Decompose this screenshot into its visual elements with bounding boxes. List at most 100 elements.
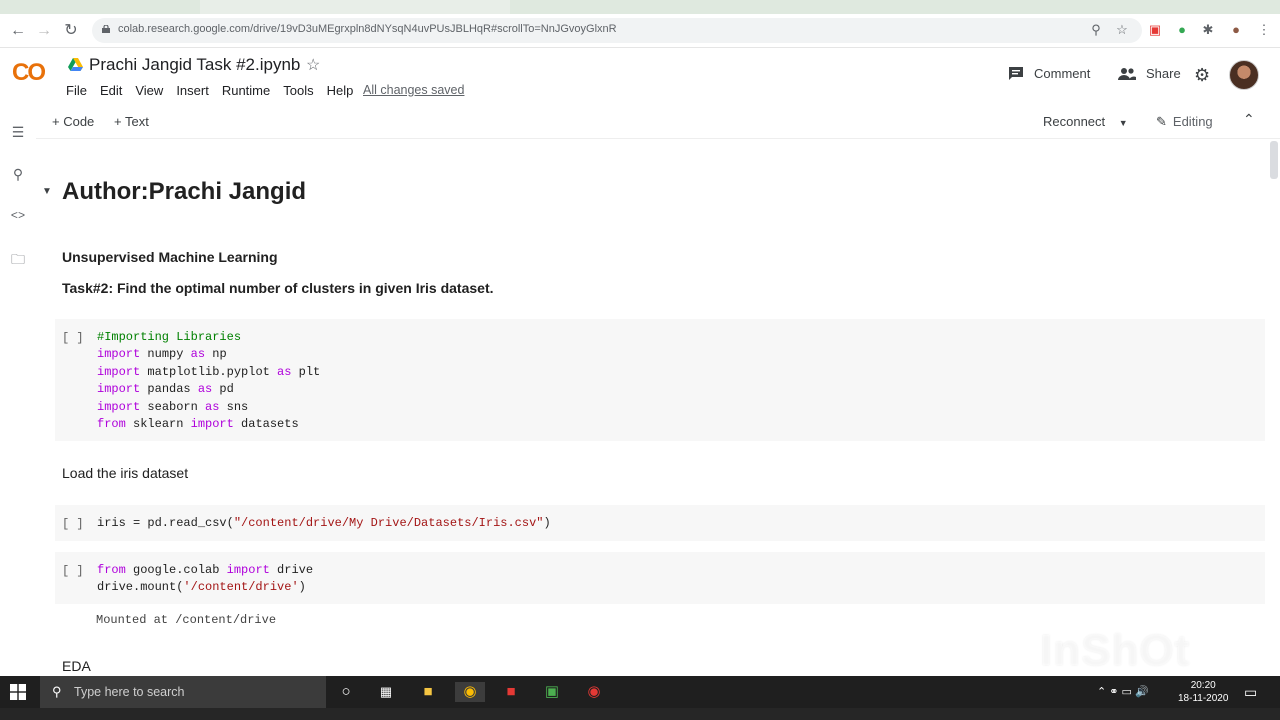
menu-edit[interactable]: Edit [100, 83, 122, 98]
address-bar[interactable]: colab.research.google.com/drive/19vD3uME… [92, 18, 1142, 43]
keyword: import [226, 563, 270, 577]
system-tray[interactable]: ⌃ ⚭ ▭ 🔊 [1097, 685, 1149, 698]
cell-output: Mounted at /content/drive [96, 613, 277, 627]
browser-toolbar: ← → ↻ colab.research.google.com/drive/19… [0, 14, 1280, 48]
notification-icon[interactable]: ▭ [1244, 684, 1257, 701]
file-explorer-icon[interactable]: ■ [418, 682, 438, 702]
task-view-icon[interactable]: ▦ [376, 682, 396, 702]
menu-runtime[interactable]: Runtime [222, 83, 270, 98]
run-cell-button[interactable]: [ ] [62, 331, 84, 345]
menu-insert[interactable]: Insert [176, 83, 209, 98]
run-cell-button[interactable]: [ ] [62, 517, 84, 531]
people-icon [1118, 67, 1136, 80]
code-cell-imports[interactable]: [ ] #Importing Libraries import numpy as… [55, 319, 1265, 441]
profile-icon[interactable]: ● [1228, 22, 1244, 38]
keyword: as [205, 399, 220, 414]
notebook-heading: Author:Prachi Jangid [62, 178, 307, 205]
watermark: InShOt [1040, 626, 1191, 675]
menu-tools[interactable]: Tools [283, 83, 313, 98]
screen-bottom-strip [0, 708, 1280, 720]
code-cell-read-csv[interactable]: [ ] iris = pd.read_csv("/content/drive/M… [55, 505, 1265, 541]
reload-icon[interactable]: ↻ [61, 21, 81, 41]
taskbar-search-placeholder: Type here to search [74, 685, 185, 699]
scrollbar[interactable] [1268, 139, 1280, 676]
reconnect-label: Reconnect [1043, 114, 1106, 129]
menu-help[interactable]: Help [327, 83, 354, 98]
editing-mode-button[interactable]: ✎ Editing [1156, 114, 1213, 130]
keyword: as [190, 347, 206, 362]
taskbar-search-input[interactable]: ⚲ Type here to search [40, 676, 326, 708]
windows-start-icon[interactable] [10, 684, 26, 700]
code-editor[interactable]: from google.colab import drive drive.mou… [97, 562, 313, 597]
chevron-down-icon: ▼ [1118, 118, 1128, 128]
more-icon[interactable]: ⋮ [1256, 22, 1272, 38]
back-icon[interactable]: ← [8, 21, 28, 41]
extension-icon[interactable]: ▣ [1147, 22, 1163, 38]
comment-label: Comment [1034, 66, 1091, 81]
keyword: import [97, 347, 141, 362]
keyword: as [197, 382, 213, 397]
forward-icon[interactable]: → [34, 21, 54, 41]
image-editor-icon[interactable]: ▣ [542, 682, 562, 702]
code-line: import pandas as pd [97, 382, 234, 397]
string-literal: "/content/drive/My Drive/Datasets/Iris.c… [233, 516, 544, 530]
screen-recorder-icon[interactable]: ◉ [584, 682, 604, 702]
editing-label: Editing [1172, 114, 1213, 129]
reconnect-button[interactable]: Reconnect ▼ [1043, 114, 1128, 129]
clock-date: 18-11-2020 [1178, 693, 1229, 704]
code-line: #Importing Libraries [97, 330, 242, 344]
keyword: import [190, 417, 234, 432]
acrobat-icon[interactable]: ■ [501, 682, 521, 702]
clock-time: 20:20 [1190, 680, 1216, 691]
zoom-icon[interactable]: ⚲ [1088, 22, 1104, 38]
notebook-toolbar: + Code + Text Reconnect ▼ ✎ Editing ⌃ [36, 106, 1280, 139]
run-cell-button[interactable]: [ ] [62, 564, 84, 578]
star-icon[interactable]: ☆ [306, 55, 320, 75]
user-avatar[interactable] [1229, 60, 1259, 90]
keyword: as [277, 364, 292, 379]
google-drive-icon[interactable] [68, 58, 83, 71]
url-text: colab.research.google.com/drive/19vD3uME… [118, 23, 617, 35]
collapse-header-icon[interactable]: ⌃ [1243, 111, 1255, 128]
table-of-contents-icon[interactable]: ☰ [8, 122, 28, 142]
browser-tab[interactable] [200, 0, 510, 14]
section-collapse-icon[interactable]: ▼ [42, 186, 52, 197]
cortana-icon[interactable]: ○ [336, 682, 356, 702]
add-code-button[interactable]: + Code [52, 114, 94, 129]
scrollbar-thumb[interactable] [1270, 141, 1278, 179]
comment-button[interactable]: Comment [1008, 66, 1090, 81]
search-icon[interactable]: ⚲ [8, 164, 28, 184]
add-text-button[interactable]: + Text [114, 114, 149, 129]
code-line: from sklearn import datasets [97, 417, 299, 432]
colab-logo[interactable]: CO [12, 59, 46, 87]
share-button[interactable]: Share [1118, 66, 1181, 81]
code-line: import matplotlib.pyplot as plt [97, 364, 321, 379]
menu-bar: File Edit View Insert Runtime Tools Help [66, 83, 366, 98]
settings-gear-icon[interactable]: ⚙ [1194, 65, 1210, 86]
extension-green-icon[interactable]: ● [1174, 22, 1190, 38]
code-snippets-icon[interactable]: <> [8, 206, 28, 226]
menu-file[interactable]: File [66, 83, 87, 98]
keyword: import [97, 364, 141, 379]
code-cell-mount-drive[interactable]: [ ] from google.colab import drive drive… [55, 552, 1265, 604]
save-status[interactable]: All changes saved [363, 83, 464, 97]
puzzle-icon[interactable]: ✱ [1200, 22, 1216, 38]
code-editor[interactable]: #Importing Libraries import numpy as np … [97, 329, 320, 433]
keyword: import [97, 399, 141, 414]
notebook-title[interactable]: Prachi Jangid Task #2.ipynb [89, 55, 300, 75]
keyword: from [97, 417, 126, 432]
taskbar-clock[interactable]: 20:20 18-11-2020 [1178, 679, 1228, 705]
text-cell-eda: EDA [62, 658, 91, 674]
text-cell-subheading: Unsupervised Machine Learning [62, 249, 278, 265]
string-literal: '/content/drive' [183, 580, 299, 595]
lock-icon [102, 25, 110, 33]
menu-view[interactable]: View [135, 83, 163, 98]
keyword: import [97, 382, 141, 397]
folder-icon[interactable]: 🗀 [8, 249, 28, 269]
bookmark-star-icon[interactable]: ☆ [1114, 22, 1130, 38]
chrome-icon[interactable]: ◉ [455, 682, 485, 702]
code-line: import seaborn as sns [97, 399, 249, 414]
code-editor[interactable]: iris = pd.read_csv("/content/drive/My Dr… [97, 515, 551, 532]
code-line: drive.mount('/content/drive') [97, 580, 306, 595]
code-line: import numpy as np [97, 347, 227, 362]
